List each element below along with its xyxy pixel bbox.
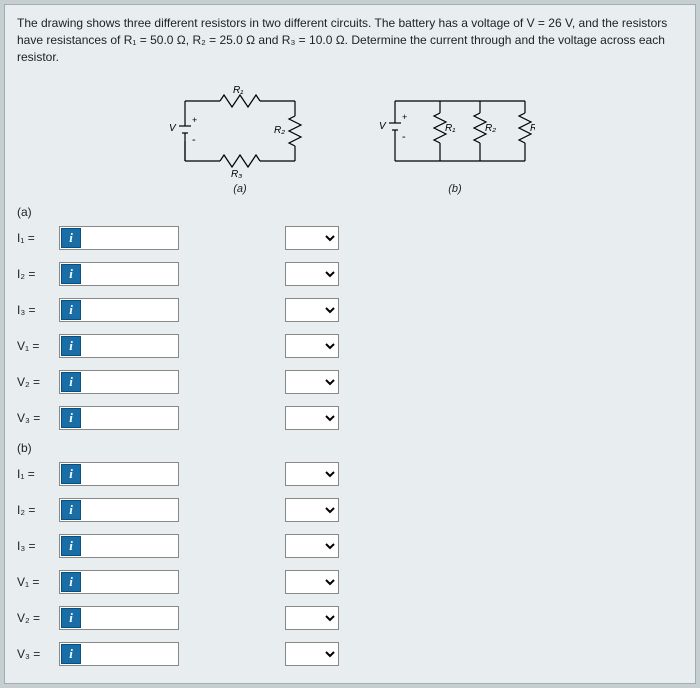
info-icon[interactable]: i (61, 228, 81, 248)
svg-text:R₃: R₃ (231, 169, 242, 180)
unit-select-b-i2[interactable] (285, 498, 339, 522)
svg-text:R₂: R₂ (485, 123, 496, 134)
info-icon[interactable]: i (61, 608, 81, 628)
section-a-label: (a) (17, 205, 683, 219)
answer-input-a-v2[interactable] (84, 371, 178, 393)
answer-input-a-i1[interactable] (84, 227, 178, 249)
row-a-i3: I₃ = i (17, 297, 683, 323)
input-container: i (59, 334, 179, 358)
row-b-v2: V₂ = i (17, 605, 683, 631)
unit-select-b-v2[interactable] (285, 606, 339, 630)
answer-input-b-v3[interactable] (84, 643, 178, 665)
var-label: V₂ = (17, 611, 51, 625)
var-label: I₂ = (17, 267, 51, 281)
var-label: V₃ = (17, 647, 51, 661)
answer-input-a-v1[interactable] (84, 335, 178, 357)
info-icon[interactable]: i (61, 264, 81, 284)
answer-input-b-i2[interactable] (84, 499, 178, 521)
input-container: i (59, 498, 179, 522)
input-container: i (59, 298, 179, 322)
answer-input-a-i2[interactable] (84, 263, 178, 285)
info-icon[interactable]: i (61, 572, 81, 592)
unit-select-a-i1[interactable] (285, 226, 339, 250)
input-container: i (59, 534, 179, 558)
input-container: i (59, 370, 179, 394)
input-container: i (59, 606, 179, 630)
info-icon[interactable]: i (61, 500, 81, 520)
row-b-i1: I₁ = i (17, 461, 683, 487)
section-b-label: (b) (17, 441, 683, 455)
info-icon[interactable]: i (61, 300, 81, 320)
circuit-b: V + - R₁ R₂ R₃ (b) (375, 71, 535, 195)
diagram-label-a: (a) (165, 183, 315, 195)
unit-select-b-v1[interactable] (285, 570, 339, 594)
input-container: i (59, 642, 179, 666)
var-label: V₂ = (17, 375, 51, 389)
input-container: i (59, 462, 179, 486)
row-a-v2: V₂ = i (17, 369, 683, 395)
unit-select-b-v3[interactable] (285, 642, 339, 666)
svg-text:R₂: R₂ (274, 125, 285, 136)
svg-text:R₁: R₁ (445, 123, 455, 134)
row-a-v3: V₃ = i (17, 405, 683, 431)
page-container: The drawing shows three different resist… (4, 4, 696, 684)
unit-select-a-v3[interactable] (285, 406, 339, 430)
svg-text:-: - (402, 131, 406, 143)
var-label: I₃ = (17, 539, 51, 553)
answer-input-b-v2[interactable] (84, 607, 178, 629)
input-container: i (59, 570, 179, 594)
svg-text:-: - (192, 134, 196, 146)
answer-input-b-i3[interactable] (84, 535, 178, 557)
svg-text:V: V (379, 121, 387, 132)
svg-text:R₃: R₃ (530, 123, 535, 134)
row-a-v1: V₁ = i (17, 333, 683, 359)
input-container: i (59, 406, 179, 430)
svg-text:+: + (192, 115, 197, 125)
row-b-v3: V₃ = i (17, 641, 683, 667)
row-a-i2: I₂ = i (17, 261, 683, 287)
info-icon[interactable]: i (61, 408, 81, 428)
circuit-a-svg: V + - R₁ R₂ R₃ (165, 71, 315, 181)
input-container: i (59, 226, 179, 250)
row-b-i3: I₃ = i (17, 533, 683, 559)
info-icon[interactable]: i (61, 372, 81, 392)
var-label: V₁ = (17, 575, 51, 589)
row-b-v1: V₁ = i (17, 569, 683, 595)
var-label: I₃ = (17, 303, 51, 317)
unit-select-a-v2[interactable] (285, 370, 339, 394)
answer-input-a-i3[interactable] (84, 299, 178, 321)
answer-input-b-v1[interactable] (84, 571, 178, 593)
circuit-a: V + - R₁ R₂ R₃ (a) (165, 71, 315, 195)
diagram-label-b: (b) (375, 183, 535, 195)
svg-text:R₁: R₁ (233, 85, 243, 96)
unit-select-a-i3[interactable] (285, 298, 339, 322)
var-label: I₁ = (17, 231, 51, 245)
unit-select-a-v1[interactable] (285, 334, 339, 358)
unit-select-b-i1[interactable] (285, 462, 339, 486)
answer-input-b-i1[interactable] (84, 463, 178, 485)
unit-select-b-i3[interactable] (285, 534, 339, 558)
info-icon[interactable]: i (61, 336, 81, 356)
var-label: I₂ = (17, 503, 51, 517)
input-container: i (59, 262, 179, 286)
row-a-i1: I₁ = i (17, 225, 683, 251)
circuit-b-svg: V + - R₁ R₂ R₃ (375, 71, 535, 181)
var-label: V₃ = (17, 411, 51, 425)
var-label: V₁ = (17, 339, 51, 353)
info-icon[interactable]: i (61, 464, 81, 484)
unit-select-a-i2[interactable] (285, 262, 339, 286)
circuit-diagrams: V + - R₁ R₂ R₃ (a) (17, 71, 683, 195)
row-b-i2: I₂ = i (17, 497, 683, 523)
info-icon[interactable]: i (61, 644, 81, 664)
svg-text:+: + (402, 112, 407, 122)
answer-input-a-v3[interactable] (84, 407, 178, 429)
info-icon[interactable]: i (61, 536, 81, 556)
svg-text:V: V (169, 123, 177, 134)
problem-statement: The drawing shows three different resist… (17, 15, 683, 65)
var-label: I₁ = (17, 467, 51, 481)
